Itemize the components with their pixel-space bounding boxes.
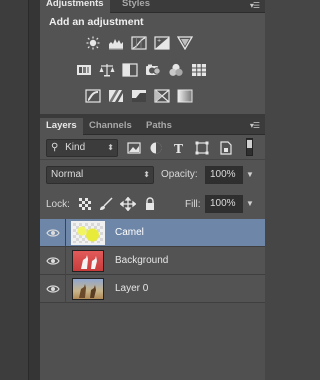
- tab-styles[interactable]: Styles: [116, 0, 156, 13]
- fill-input[interactable]: 100%: [205, 195, 243, 213]
- layers-panel: Layers Channels Paths ▾☰ ⚲ Kind ⬍ T Norm…: [40, 118, 265, 380]
- photo-filter-icon[interactable]: [145, 63, 161, 77]
- brightness-contrast-icon[interactable]: [85, 36, 101, 50]
- invert-icon[interactable]: [85, 89, 101, 103]
- tab-adjustments[interactable]: Adjustments: [40, 0, 110, 13]
- layers-tabbar: Layers Channels Paths ▾☰: [40, 118, 265, 135]
- fill-label: Fill:: [185, 199, 201, 210]
- filter-adjustment-icon[interactable]: [148, 141, 164, 155]
- curves-icon[interactable]: [131, 36, 147, 50]
- opacity-input[interactable]: 100%: [205, 166, 243, 184]
- filter-pixel-icon[interactable]: [126, 141, 142, 155]
- gradient-map-icon[interactable]: [154, 89, 170, 103]
- lock-transparent-pixels-icon[interactable]: [77, 197, 93, 211]
- adjustments-tabbar: Adjustments Styles ▾☰: [40, 0, 265, 13]
- layer-name: Background: [115, 255, 169, 266]
- blend-mode-value: Normal: [51, 169, 84, 180]
- posterize-icon[interactable]: [108, 89, 124, 103]
- lock-position-icon[interactable]: [120, 197, 136, 211]
- hue-saturation-icon[interactable]: [76, 63, 92, 77]
- blend-mode-select[interactable]: Normal ⬍: [46, 166, 154, 184]
- layers-panel-menu-icon[interactable]: ▾☰: [250, 121, 260, 130]
- tab-channels[interactable]: Channels: [83, 118, 138, 135]
- tab-layers[interactable]: Layers: [40, 118, 83, 135]
- layer-filter-value: Kind: [65, 142, 86, 153]
- layer-thumbnail-layer-0: [72, 278, 104, 300]
- layer-name: Camel: [115, 227, 144, 238]
- adjustment-icons-row-3: [85, 89, 193, 103]
- opacity-label: Opacity:: [161, 169, 198, 180]
- threshold-icon[interactable]: [131, 89, 147, 103]
- layer-thumbnail-camel: [71, 221, 105, 245]
- layer-row-background[interactable]: Background: [40, 247, 265, 275]
- filter-smart-object-icon[interactable]: [218, 141, 234, 155]
- exposure-icon[interactable]: +: [154, 36, 170, 50]
- layer-filter-select[interactable]: ⚲ Kind ⬍: [46, 139, 118, 157]
- fill-dropdown-arrow-icon[interactable]: ▼: [246, 199, 254, 208]
- black-white-icon[interactable]: [122, 63, 138, 77]
- color-balance-icon[interactable]: [99, 63, 115, 77]
- left-dock-strip: [0, 0, 40, 380]
- color-lookup-icon[interactable]: [191, 63, 207, 77]
- layer-list-empty-area: [40, 303, 265, 380]
- layer-list: Camel Background Layer 0: [40, 219, 265, 303]
- dock-grip[interactable]: [28, 0, 40, 380]
- lock-label: Lock:: [46, 199, 70, 210]
- layer-thumbnail-background: [72, 250, 104, 272]
- updown-arrow-icon: ⬍: [143, 170, 150, 179]
- updown-arrow-icon: ⬍: [107, 143, 114, 152]
- svg-text:T: T: [174, 142, 183, 155]
- levels-icon[interactable]: [108, 36, 124, 50]
- filter-type-icon[interactable]: T: [171, 141, 187, 155]
- lock-image-pixels-icon[interactable]: [98, 197, 114, 211]
- opacity-dropdown-arrow-icon[interactable]: ▼: [246, 170, 254, 179]
- visibility-eye-icon[interactable]: [40, 247, 66, 275]
- selective-color-icon[interactable]: [177, 89, 193, 103]
- search-icon: ⚲: [51, 142, 59, 153]
- filter-shape-icon[interactable]: [194, 141, 210, 155]
- tab-paths[interactable]: Paths: [140, 118, 178, 135]
- layer-row-camel[interactable]: Camel: [40, 219, 265, 247]
- visibility-eye-icon[interactable]: [40, 219, 66, 247]
- visibility-eye-icon[interactable]: [40, 275, 66, 303]
- layer-name: Layer 0: [115, 283, 149, 294]
- adjustment-icons-row-2: [76, 63, 207, 77]
- vibrance-icon[interactable]: [177, 36, 193, 50]
- adjustments-title: Add an adjustment: [49, 16, 144, 28]
- panel-menu-icon[interactable]: ▾☰: [250, 1, 260, 10]
- svg-text:+: +: [157, 38, 161, 44]
- lock-all-icon[interactable]: [142, 197, 158, 211]
- filter-toggle-switch[interactable]: [246, 138, 253, 156]
- layer-row-layer-0[interactable]: Layer 0: [40, 275, 265, 303]
- separator: [40, 159, 265, 160]
- channel-mixer-icon[interactable]: [168, 63, 184, 77]
- adjustment-icons-row-1: +: [85, 36, 193, 50]
- adjustments-panel: Adjustments Styles ▾☰ Add an adjustment …: [40, 0, 265, 114]
